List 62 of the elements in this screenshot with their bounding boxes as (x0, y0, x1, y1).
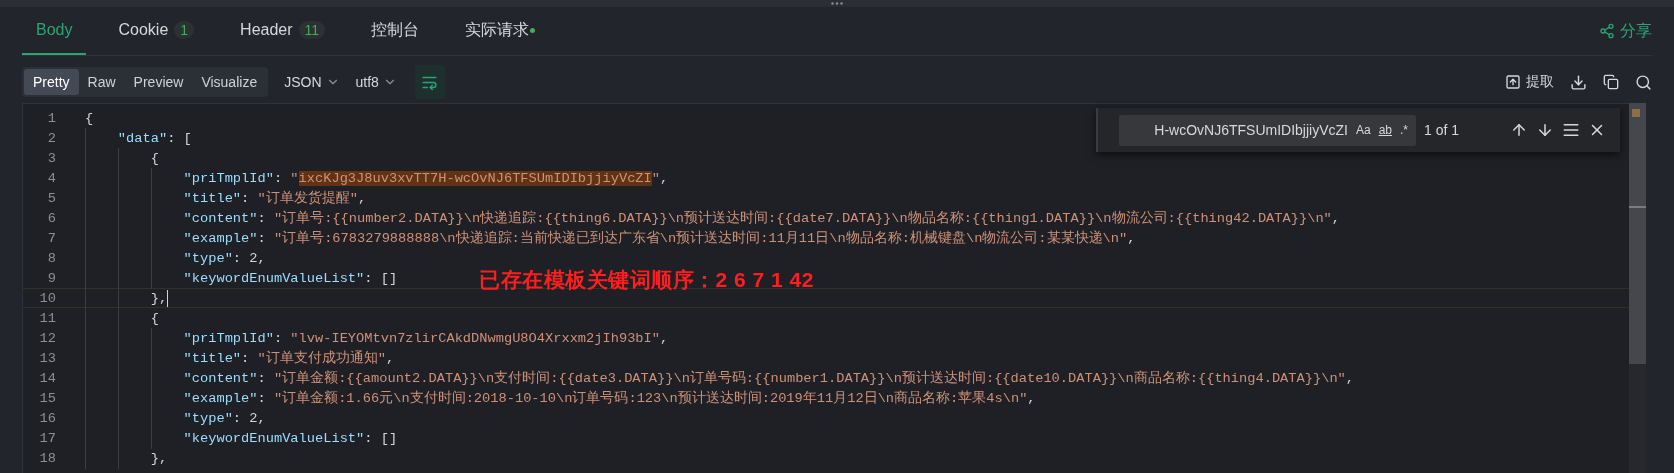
scrollbar[interactable] (1629, 103, 1646, 473)
count-badge: 11 (298, 21, 326, 39)
share-icon (1599, 23, 1615, 39)
tab[interactable]: Cookie 1 (104, 7, 209, 55)
view-mode-option[interactable]: Visualize (192, 69, 267, 95)
wrap-toggle[interactable] (414, 65, 445, 99)
share-button[interactable]: 分享 (1599, 7, 1652, 55)
code-line: "type": 2, (85, 250, 266, 266)
extract-button[interactable]: 提取 (1505, 73, 1554, 91)
line-number: 4 (46, 170, 56, 186)
code-line: { (85, 150, 159, 166)
tab[interactable]: Body (22, 7, 87, 55)
line-number: 1 (46, 110, 56, 126)
line-number: 14 (38, 370, 56, 386)
code-line: }, (85, 289, 169, 307)
line-number: 12 (38, 330, 56, 346)
line-number: 11 (38, 310, 56, 326)
code-line: { (85, 310, 159, 326)
line-number: 5 (46, 190, 56, 206)
arrow-down-icon[interactable] (1536, 121, 1554, 139)
view-mode-option[interactable]: Pretty (24, 69, 79, 95)
upload-box-icon (1505, 74, 1521, 90)
tab[interactable]: 实际请求 (451, 7, 550, 55)
search-icon[interactable] (1635, 73, 1652, 91)
code-line: { (85, 110, 94, 126)
line-number: 13 (38, 350, 56, 366)
code-line: "example": "订单金额:1.66元\n支付时间:2018-10-10\n订单号码:123\n预计送达时间:2019年11月12日\n商品名称:苹果4s\n", (85, 389, 1036, 407)
line-number: 18 (38, 450, 56, 466)
find-field[interactable]: H-wcOvNJ6TFSUmIDIbjjiyVcZI Aa ab .* (1119, 114, 1416, 146)
annotation-text: 已存在模板关键词顺序：2 6 7 1 42 (479, 267, 814, 293)
code-line: "keywordEnumValueList": [] (85, 430, 398, 446)
line-number: 16 (38, 410, 56, 426)
find-option[interactable]: ab (1374, 123, 1396, 137)
drag-handle-icon[interactable] (831, 2, 843, 5)
line-number: 17 (38, 430, 56, 446)
code-line: "type": 2, (85, 410, 266, 426)
format-dropdown[interactable]: JSON (284, 74, 340, 90)
code-line: "priTmplId": "lvw-IEYOMtvn7zlirCAkdDNwmgU8O4Xrxxm2jIh93bI", (85, 330, 669, 346)
view-mode-option[interactable]: Raw (78, 69, 125, 95)
code-line: "data": [ (85, 130, 192, 146)
tab[interactable]: 控制台 (357, 7, 434, 55)
find-option[interactable]: Aa (1351, 123, 1375, 137)
code-line: }, (85, 450, 168, 466)
line-number: 15 (38, 390, 56, 406)
count-badge: 1 (174, 21, 195, 39)
match-count: 1 of 1 (1424, 122, 1460, 138)
line-number: 10 (38, 290, 56, 306)
line-number: 6 (46, 210, 56, 226)
line-number: 8 (46, 250, 56, 266)
line-number: 9 (46, 270, 56, 286)
download-icon[interactable] (1570, 73, 1587, 91)
find-option[interactable]: .* (1396, 123, 1412, 137)
line-number: 2 (46, 130, 56, 146)
tab[interactable]: Header 11 (226, 7, 340, 55)
lines-icon[interactable] (1562, 121, 1580, 139)
view-mode-option[interactable]: Preview (124, 69, 193, 95)
code-line: "example": "订单号:6783279888888\n快递追踪:当前快递已到达广东省\n预计送达时间:11月11日\n物品名称:机械键盘\n物流公司:某某快递\n", (85, 229, 1136, 247)
code-line: "keywordEnumValueList": [] (85, 270, 398, 286)
line-number: 7 (46, 230, 56, 246)
line-number: 3 (46, 150, 56, 166)
format-dropdown[interactable]: utf8 (355, 74, 397, 90)
copy-icon[interactable] (1603, 74, 1619, 90)
